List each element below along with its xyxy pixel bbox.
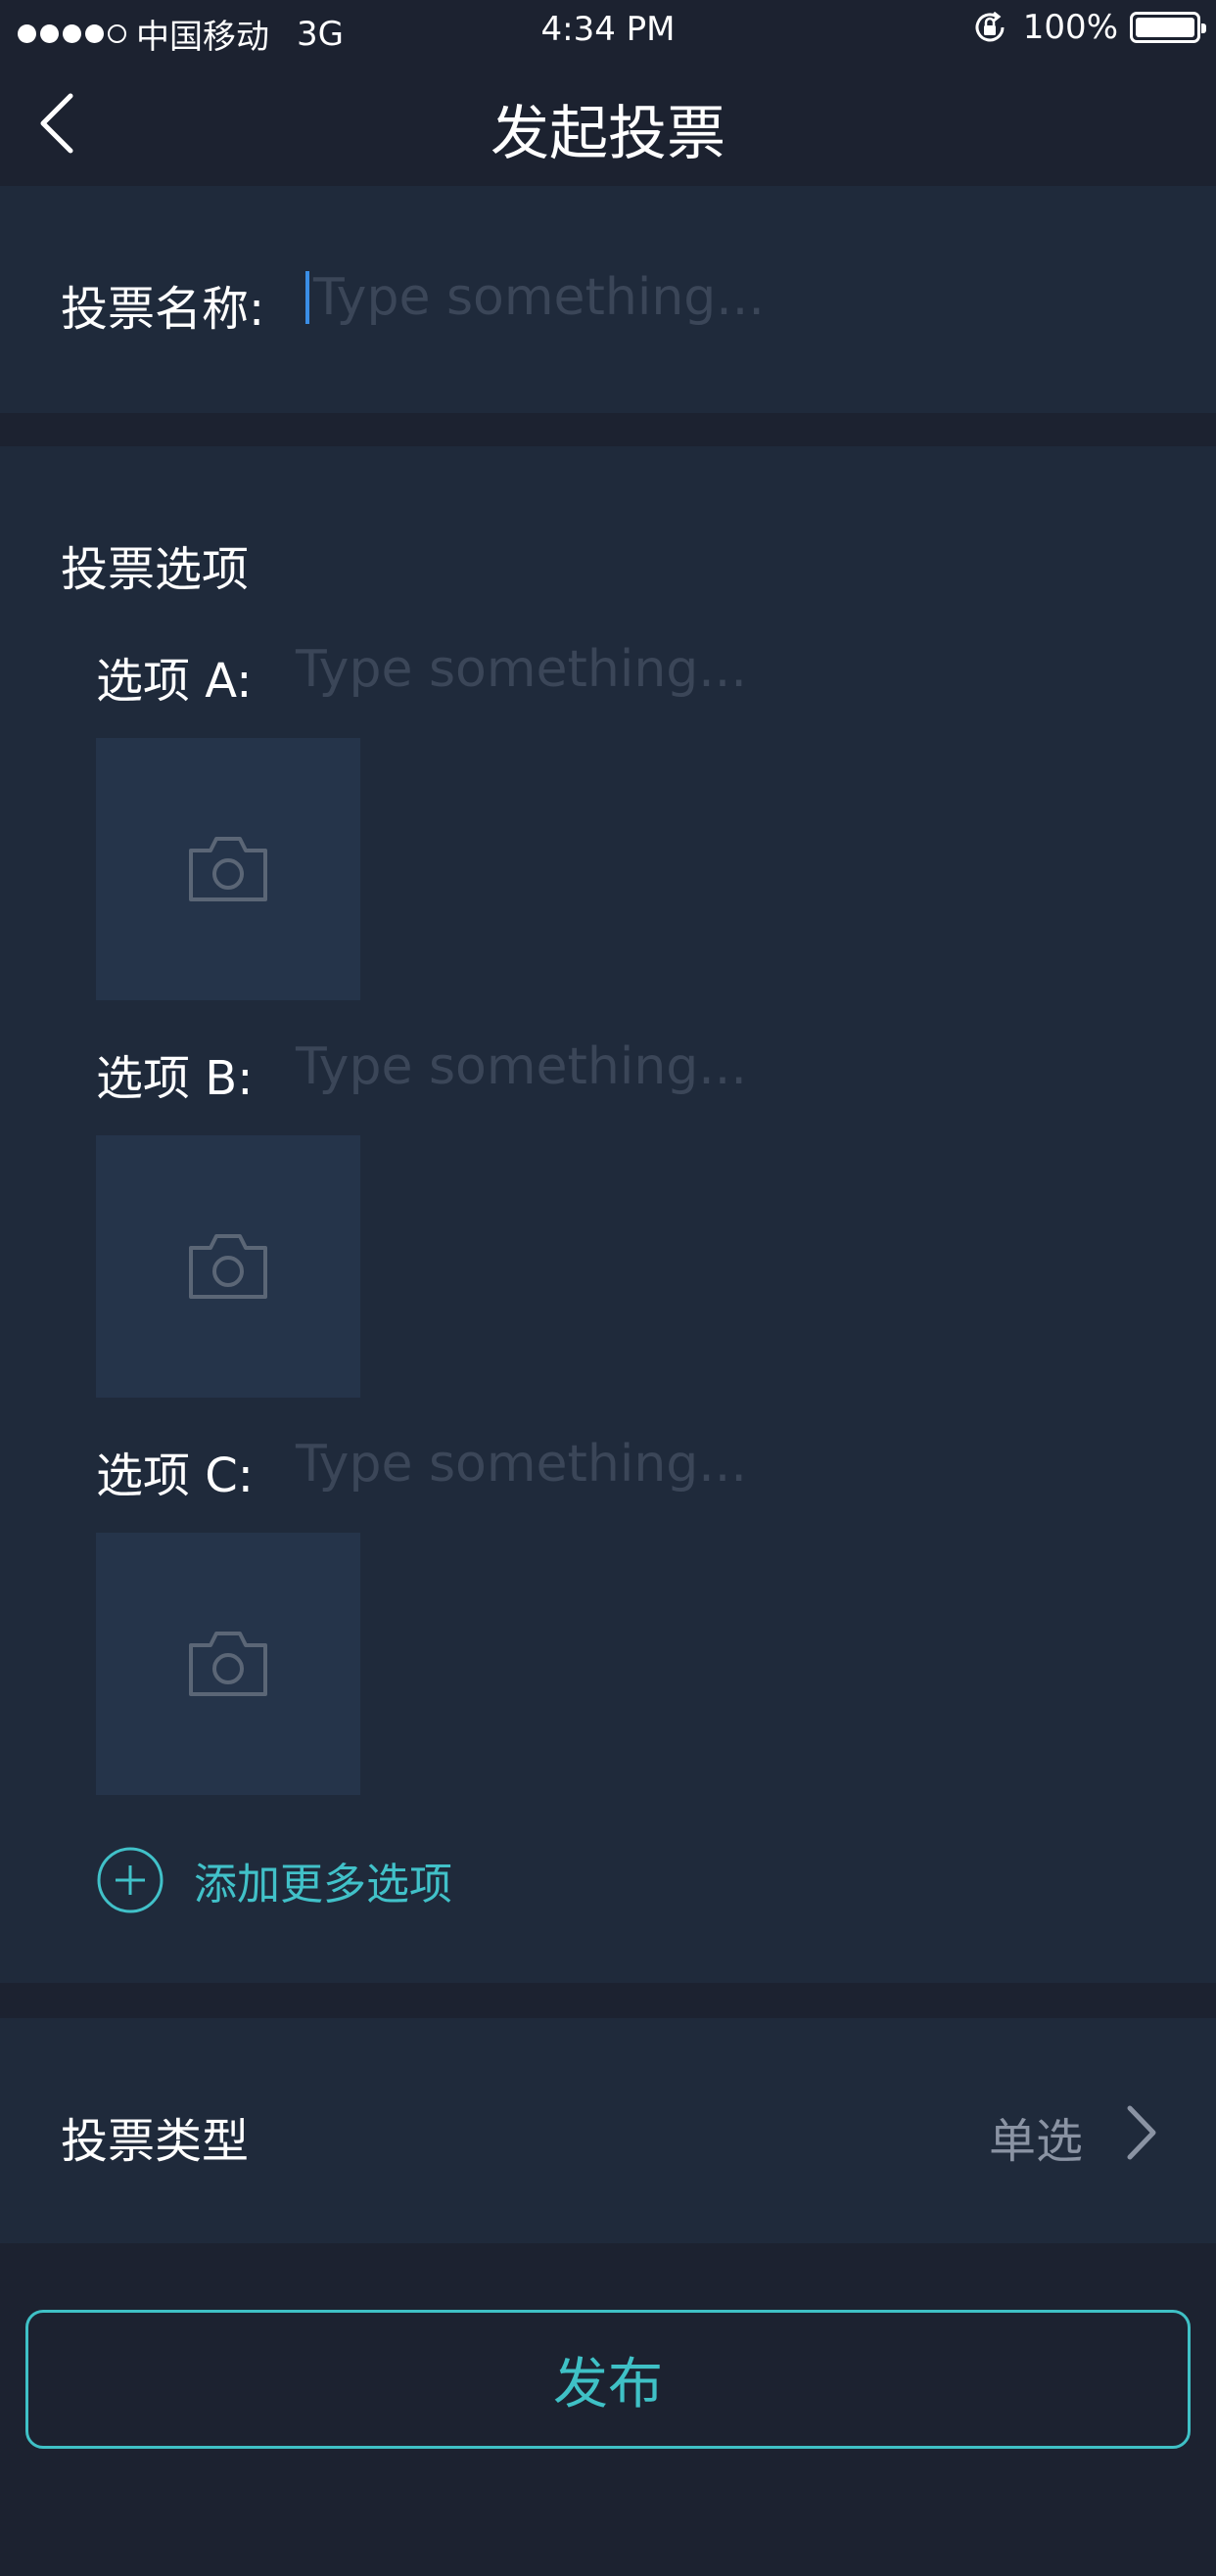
option-a-photo-button[interactable] <box>96 738 360 1000</box>
add-more-options-label: 添加更多选项 <box>194 1860 452 1909</box>
battery-level <box>1136 18 1194 37</box>
status-bar: 中国移动 3G 4:34 PM 100% <box>0 0 1216 61</box>
camera-icon <box>189 1632 267 1696</box>
page: 中国移动 3G 4:34 PM 100% 发起投票 投票名称: Type som… <box>0 0 1216 2576</box>
camera-icon <box>189 837 267 901</box>
option-c-placeholder: Type something... <box>296 1435 747 1494</box>
vote-name-label: 投票名称: <box>61 282 265 337</box>
option-c-input[interactable]: Type something... <box>296 1433 1138 1495</box>
vote-options-card: 投票选项 选项 A: Type something... 选项 B: Type … <box>0 446 1216 1983</box>
option-c-label: 选项 C: <box>96 1449 254 1503</box>
vote-type-label: 投票类型 <box>61 2114 250 2169</box>
option-a-label: 选项 A: <box>96 654 253 709</box>
nav-bar: 发起投票 <box>0 61 1216 186</box>
option-b-photo-button[interactable] <box>96 1135 360 1398</box>
plus-circle-icon <box>97 1847 164 1913</box>
battery-percentage: 100% <box>1022 8 1118 47</box>
option-b-label: 选项 B: <box>96 1051 254 1106</box>
status-right: 100% <box>970 8 1206 47</box>
option-b-input[interactable]: Type something... <box>296 1035 1138 1098</box>
option-b-placeholder: Type something... <box>296 1037 747 1096</box>
publish-button-label: 发布 <box>553 2352 663 2416</box>
text-caret <box>305 271 309 324</box>
option-c-photo-button[interactable] <box>96 1533 360 1795</box>
option-a-placeholder: Type something... <box>296 640 747 699</box>
page-title: 发起投票 <box>491 100 725 168</box>
rotation-lock-icon <box>975 11 1005 42</box>
add-more-options-button[interactable]: 添加更多选项 <box>96 1846 452 1914</box>
publish-button[interactable]: 发布 <box>25 2310 1191 2449</box>
options-section-title: 投票选项 <box>61 542 250 597</box>
chevron-right-icon <box>1127 2105 1156 2160</box>
vote-name-input[interactable]: Type something... <box>305 264 1147 331</box>
battery-icon <box>1130 12 1206 43</box>
option-a-input[interactable]: Type something... <box>296 638 1138 701</box>
vote-name-placeholder: Type something... <box>313 268 765 327</box>
camera-icon <box>189 1234 267 1299</box>
vote-type-value: 单选 <box>988 2114 1083 2169</box>
vote-type-row[interactable]: 投票类型 单选 <box>0 2018 1216 2243</box>
vote-name-card: 投票名称: Type something... <box>0 186 1216 413</box>
